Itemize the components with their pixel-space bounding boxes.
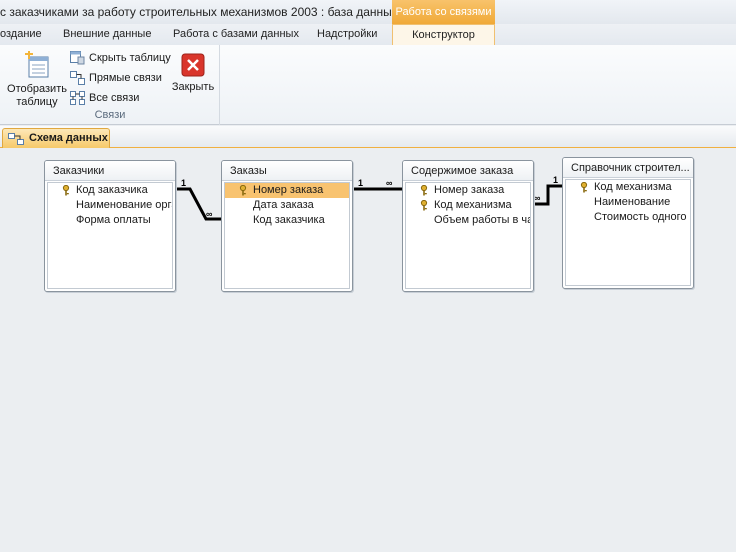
show-table-button[interactable]: Отобразить таблицу [6, 51, 68, 109]
field-name: Номер заказа [253, 184, 324, 196]
key-icon [62, 185, 70, 196]
field-name: Стоимость одного м [594, 211, 690, 223]
field-name: Номер заказа [434, 184, 505, 196]
field-row[interactable]: Объем работы в ча [406, 213, 530, 228]
relationship-line[interactable]: 1 ∞ [176, 178, 221, 221]
show-table-label-2: таблицу [16, 96, 58, 108]
tab-create[interactable]: оздание [0, 24, 42, 45]
key-icon [420, 200, 428, 211]
one-label: 1 [358, 178, 363, 188]
key-icon [239, 185, 247, 196]
document-tab-label: Схема данных [29, 132, 108, 144]
key-icon [420, 185, 428, 196]
field-row[interactable]: Дата заказа [225, 198, 349, 213]
table-order-contents[interactable]: Содержимое заказа Номер заказа Код механ… [402, 160, 534, 292]
one-label: 1 [553, 175, 558, 185]
table-orders[interactable]: Заказы Номер заказа Дата заказа Код зака… [221, 160, 353, 292]
many-label: ∞ [386, 178, 393, 188]
field-row[interactable]: Форма оплаты [48, 213, 172, 228]
tab-add-ins[interactable]: Надстройки [317, 24, 377, 45]
one-label: 1 [181, 178, 186, 188]
hide-table-icon [70, 51, 85, 65]
close-label: Закрыть [171, 81, 215, 93]
ribbon: Отобразить таблицу Скрыть таблицу Прямые… [0, 45, 736, 125]
field-name: Форма оплаты [76, 214, 151, 226]
field-name: Код механизма [594, 181, 672, 193]
field-row[interactable]: Номер заказа [406, 183, 530, 198]
all-relationships-icon [70, 91, 85, 105]
window-title: с заказчиками за работу строительных мех… [0, 5, 425, 19]
show-table-label-1: Отобразить [7, 83, 67, 95]
title-bar: с заказчиками за работу строительных мех… [0, 0, 736, 24]
field-list: Код механизма Наименование Стоимость одн… [565, 179, 691, 286]
table-title[interactable]: Заказы [222, 161, 352, 181]
direct-relationships-icon [70, 71, 85, 85]
table-machinery-reference[interactable]: Справочник строител... Код механизма Наи… [562, 157, 694, 289]
field-name: Наименование орга [76, 199, 172, 211]
show-table-icon [25, 51, 49, 78]
direct-relationships-label: Прямые связи [89, 72, 162, 84]
field-row[interactable]: Код заказчика [225, 213, 349, 228]
relationship-line[interactable]: 1 ∞ [533, 175, 562, 206]
field-name: Код механизма [434, 199, 512, 211]
field-name: Объем работы в ча [434, 214, 530, 226]
relationships-icon [8, 133, 24, 145]
close-icon [181, 53, 205, 77]
ribbon-group-label: Связи [94, 109, 126, 121]
field-row[interactable]: Наименование [566, 195, 690, 210]
field-row-selected[interactable]: Номер заказа [225, 183, 349, 198]
tab-relationships-document[interactable]: Схема данных [2, 128, 110, 148]
many-label: ∞ [206, 209, 213, 219]
many-label: ∞ [534, 193, 541, 203]
field-name: Дата заказа [253, 199, 314, 211]
ribbon-group-relationships: Отобразить таблицу Скрыть таблицу Прямые… [0, 45, 220, 125]
table-title[interactable]: Содержимое заказа [403, 161, 533, 181]
field-row[interactable]: Код механизма [566, 180, 690, 195]
field-row[interactable]: Стоимость одного м [566, 210, 690, 225]
key-icon [580, 182, 588, 193]
field-row[interactable]: Код механизма [406, 198, 530, 213]
relationships-canvas[interactable]: 1 ∞ 1 ∞ 1 ∞ Заказчики Код заказчика Наим… [0, 149, 736, 552]
field-list: Номер заказа Дата заказа Код заказчика [224, 182, 350, 289]
ribbon-tab-row: оздание Внешние данные Работа с базами д… [0, 24, 736, 45]
field-list: Код заказчика Наименование орга Форма оп… [47, 182, 173, 289]
tab-designer[interactable]: Конструктор [392, 24, 495, 45]
field-row[interactable]: Код заказчика [48, 183, 172, 198]
field-row[interactable]: Наименование орга [48, 198, 172, 213]
field-name: Код заказчика [253, 214, 325, 226]
close-button[interactable]: Закрыть [168, 53, 218, 94]
field-name: Наименование [594, 196, 671, 208]
hide-table-label: Скрыть таблицу [89, 52, 171, 64]
table-title[interactable]: Справочник строител... [563, 158, 693, 178]
tab-external-data[interactable]: Внешние данные [63, 24, 151, 45]
field-list: Номер заказа Код механизма Объем работы … [405, 182, 531, 289]
contextual-tab-header: Работа со связями [392, 0, 495, 24]
all-relationships-label: Все связи [89, 92, 140, 104]
relationship-line[interactable]: 1 ∞ [352, 178, 402, 191]
document-tab-bar: Схема данных [0, 126, 736, 148]
table-title[interactable]: Заказчики [45, 161, 175, 181]
field-name: Код заказчика [76, 184, 148, 196]
table-customers[interactable]: Заказчики Код заказчика Наименование орг… [44, 160, 176, 292]
tab-database-tools[interactable]: Работа с базами данных [173, 24, 299, 45]
